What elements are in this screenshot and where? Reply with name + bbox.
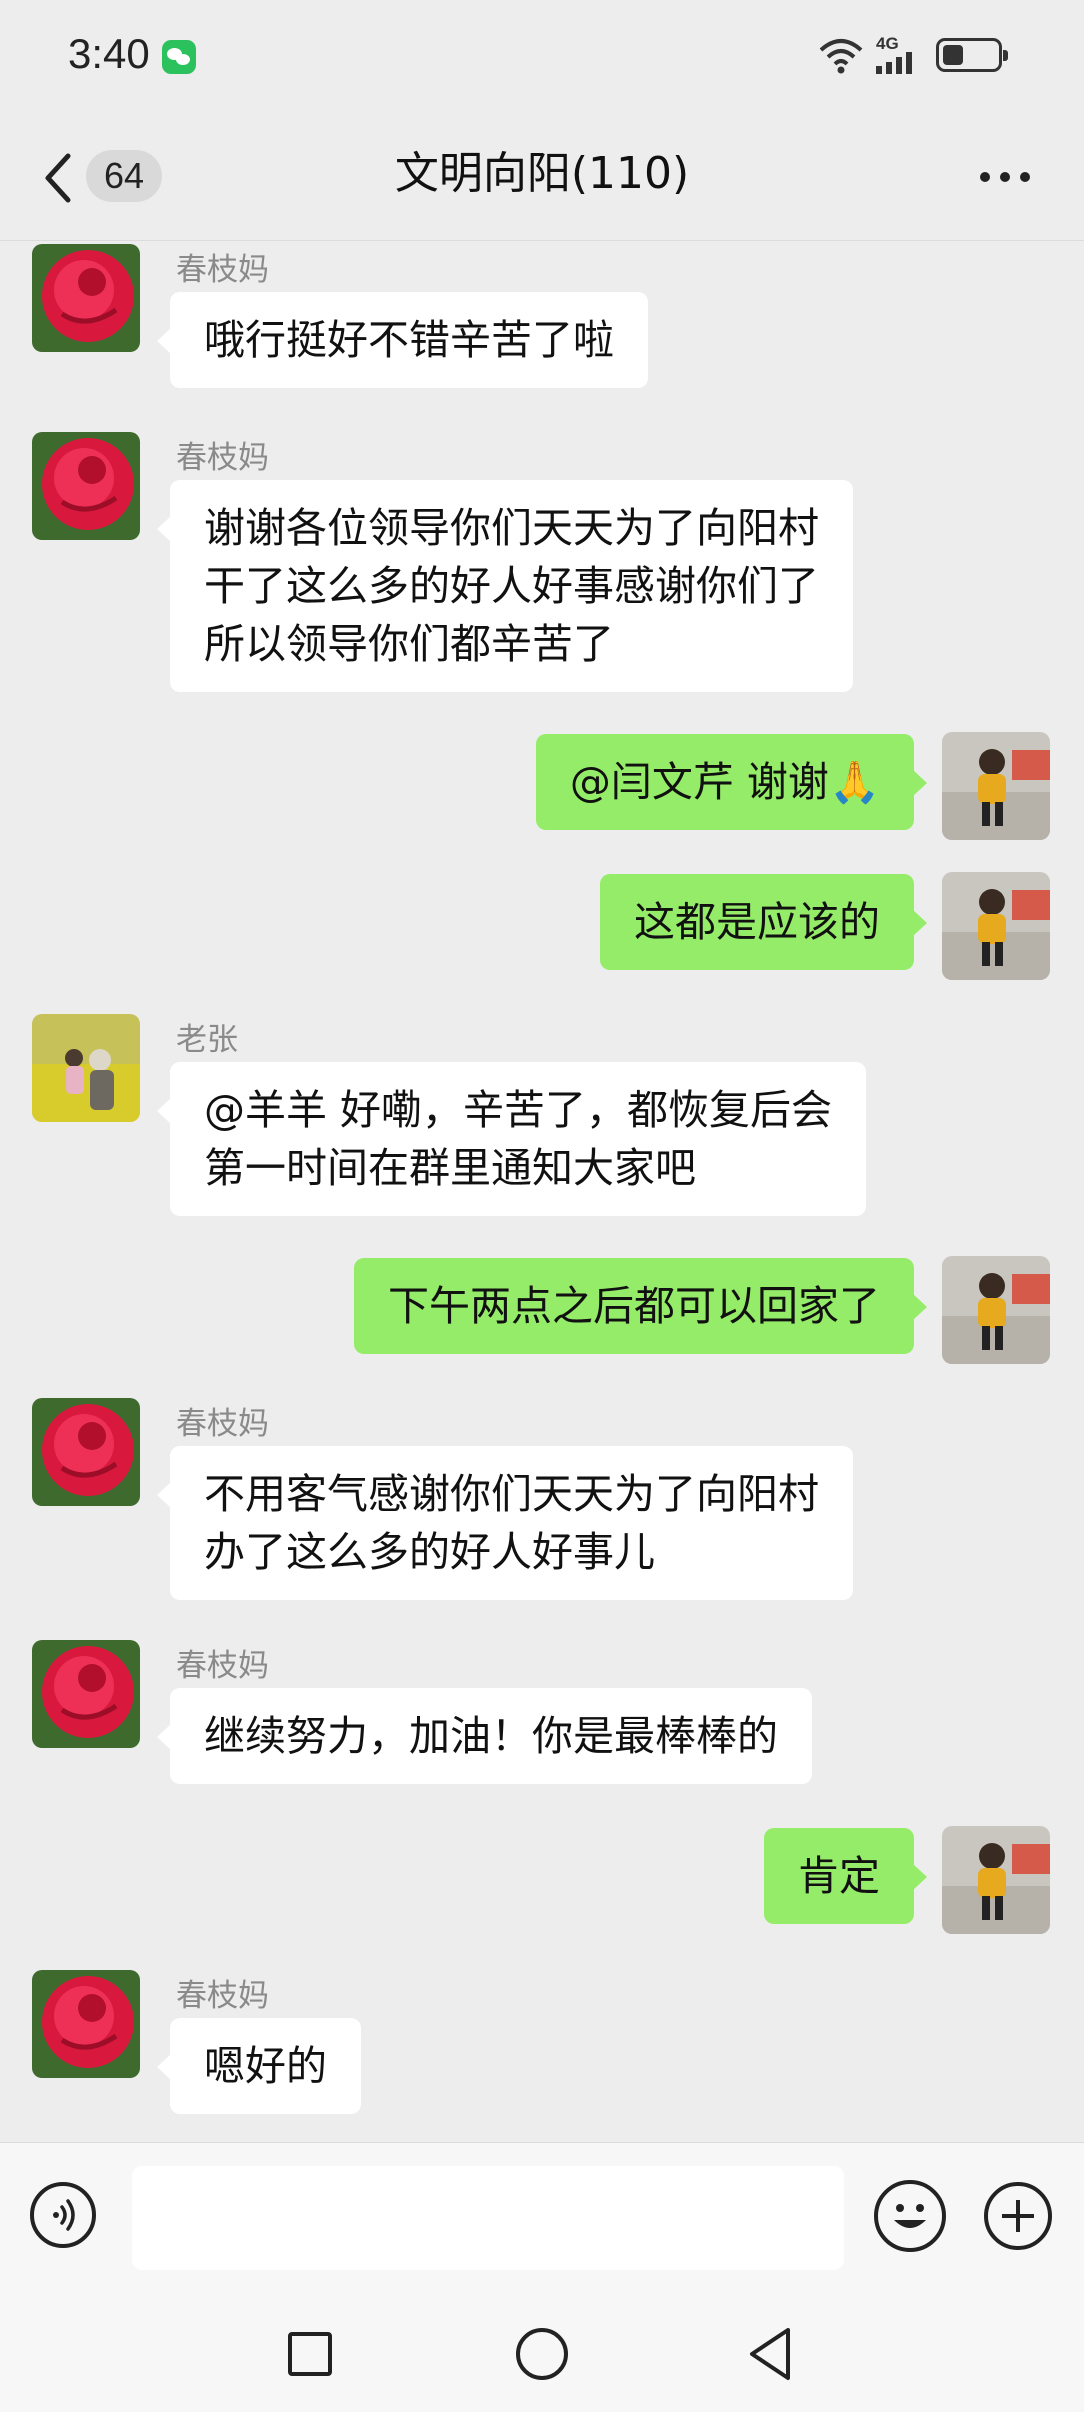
sender-name: 春枝妈: [176, 440, 269, 476]
sender-name: 春枝妈: [176, 1648, 269, 1684]
message-bubble-self[interactable]: 这都是应该的: [600, 874, 927, 970]
message-bubble[interactable]: 哦行挺好不错辛苦了啦: [157, 292, 648, 388]
avatar-field[interactable]: [32, 1014, 140, 1122]
battery-icon: [936, 38, 1008, 72]
message-bubble[interactable]: @羊羊 好嘞，辛苦了，都恢复后会 第一时间在群里通知大家吧: [156, 1062, 867, 1216]
message-bubble-self[interactable]: @闫文芹 谢谢🙏: [535, 734, 928, 830]
status-time: 3:40: [68, 30, 150, 77]
message-text-line: 谢谢各位领导你们天天为了向阳村: [204, 504, 819, 552]
sender-name: 春枝妈: [176, 1978, 269, 2014]
plus-icon[interactable]: [984, 2182, 1052, 2250]
wifi-icon: [819, 39, 863, 74]
avatar-rose[interactable]: [32, 1398, 140, 1506]
message-text: 继续努力，加油！你是最棒棒的: [204, 1712, 778, 1760]
sender-name: 春枝妈: [176, 252, 269, 288]
message-text: 下午两点之后都可以回家了: [388, 1282, 880, 1330]
sender-name: 老张: [176, 1022, 238, 1058]
message-bubble-self[interactable]: 肯定: [764, 1828, 927, 1924]
home-icon[interactable]: [516, 2328, 568, 2380]
message-text: @闫文芹 谢谢: [569, 758, 829, 806]
system-back-icon[interactable]: [746, 2326, 794, 2382]
avatar-self[interactable]: [942, 1256, 1050, 1364]
network-type-label: 4G: [876, 34, 899, 53]
message-bubble[interactable]: 继续努力，加油！你是最棒棒的: [157, 1688, 812, 1784]
message-text-line: 第一时间在群里通知大家吧: [204, 1144, 696, 1192]
emoji-icon[interactable]: [874, 2180, 946, 2252]
message-text-line: 干了这么多的好人好事感谢你们了: [204, 562, 819, 610]
sender-name: 春枝妈: [176, 1406, 269, 1442]
chat-title: 文明向阳(110): [394, 148, 690, 199]
avatar-rose[interactable]: [32, 1640, 140, 1748]
avatar-self[interactable]: [942, 1826, 1050, 1934]
signal-icon: [876, 52, 912, 74]
message-bubble-self[interactable]: 下午两点之后都可以回家了: [354, 1258, 927, 1354]
message-input[interactable]: [132, 2166, 844, 2270]
message-text-line: @羊羊 好嘞，辛苦了，都恢复后会: [204, 1086, 833, 1134]
avatar-self[interactable]: [942, 872, 1050, 980]
recent-apps-icon[interactable]: [288, 2332, 332, 2376]
avatar-self[interactable]: [942, 732, 1050, 840]
folded-hands-emoji: 🙏: [828, 758, 880, 806]
message-text-line: 不用客气感谢你们天天为了向阳村: [204, 1470, 819, 1518]
avatar-rose[interactable]: [32, 244, 140, 352]
status-bar: 3:40 4G: [0, 0, 1084, 118]
message-text: 哦行挺好不错辛苦了啦: [204, 316, 614, 364]
message-bubble[interactable]: 谢谢各位领导你们天天为了向阳村 干了这么多的好人好事感谢你们了 所以领导你们都辛…: [157, 480, 853, 692]
avatar-rose[interactable]: [32, 432, 140, 540]
more-options-icon[interactable]: [980, 172, 1030, 184]
message-bubble[interactable]: 不用客气感谢你们天天为了向阳村 办了这么多的好人好事儿: [157, 1446, 853, 1600]
message-text: 这都是应该的: [634, 898, 880, 946]
avatar-rose[interactable]: [32, 1970, 140, 2078]
message-text: 嗯好的: [204, 2042, 327, 2090]
message-text-line: 办了这么多的好人好事儿: [204, 1528, 655, 1576]
message-bubble[interactable]: 嗯好的: [157, 2018, 361, 2114]
message-text: 肯定: [798, 1852, 880, 1900]
voice-icon[interactable]: [30, 2182, 96, 2248]
message-text-line: 所以领导你们都辛苦了: [204, 620, 614, 668]
wechat-icon: [162, 40, 196, 74]
